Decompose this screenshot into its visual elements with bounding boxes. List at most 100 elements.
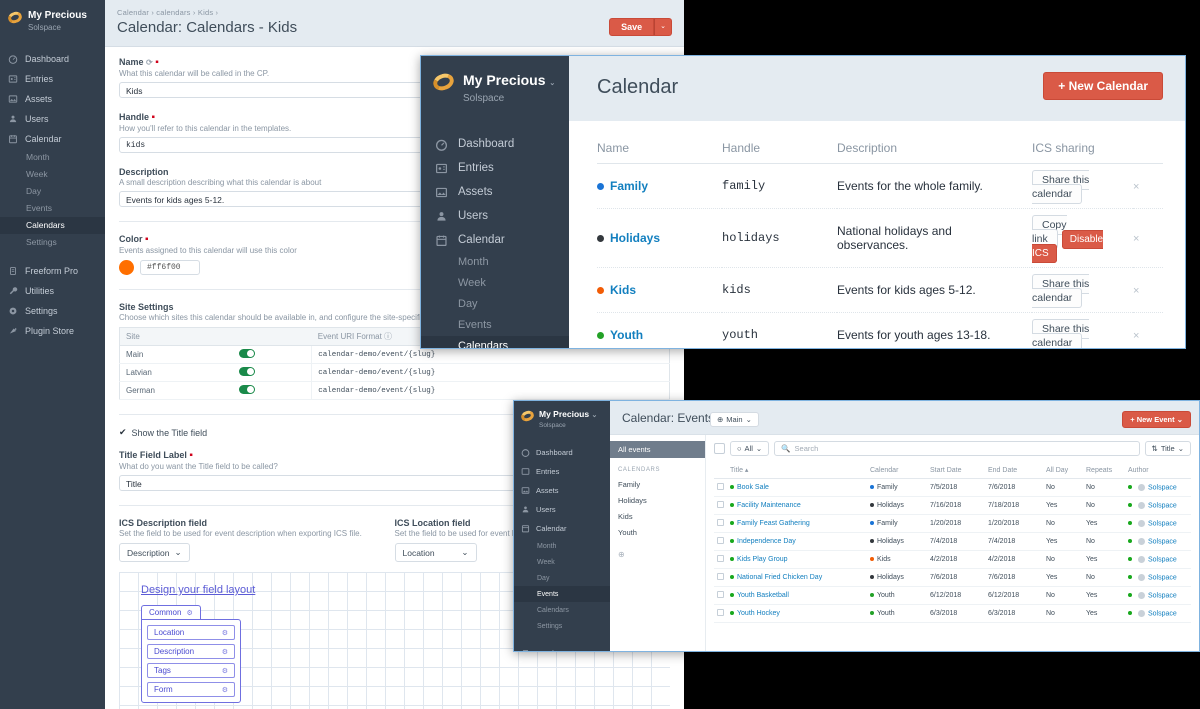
event-title-link[interactable]: Youth Basketball [737,592,789,599]
col-ics-sharing[interactable]: ICS sharing [1032,131,1133,164]
sort-select[interactable]: ⇅ Title ⌄ [1144,441,1191,456]
sidebar-item-assets[interactable]: Assets [0,89,105,109]
gear-icon[interactable]: ⚙ [222,667,228,675]
brand-block[interactable]: My Precious ⌄ Solspace [514,401,610,433]
col-handle[interactable]: Handle [722,131,837,164]
sidebar-item-month[interactable]: Month [421,252,569,273]
sidebar-item-dashboard[interactable]: Dashboard [0,49,105,69]
search-input[interactable]: 🔍 Search [774,441,1140,456]
sidebar-item-month[interactable]: Month [0,149,105,166]
col-author[interactable]: Author [1125,462,1191,479]
sidebar-item-month[interactable]: Month [514,538,610,554]
site-toggle[interactable] [239,349,256,358]
gear-icon[interactable]: ⚙ [222,648,228,656]
layout-field[interactable]: Form ⚙ [147,682,235,697]
remove-icon[interactable]: × [1133,285,1139,297]
row-checkbox[interactable] [717,555,724,562]
row-checkbox[interactable] [717,519,724,526]
sidebar-item-day[interactable]: Day [0,183,105,200]
color-swatch[interactable] [119,260,134,275]
col-start-date[interactable]: Start Date [927,462,985,479]
brand-block[interactable]: My Precious Solspace [0,0,105,37]
sidebar-item-freeform-pro[interactable]: Freeform Pro [514,644,610,651]
col-all-day[interactable]: All Day [1043,462,1083,479]
remove-icon[interactable]: × [1133,330,1139,342]
remove-icon[interactable]: × [1133,181,1139,193]
col-calendar[interactable]: Calendar [867,462,927,479]
sidebar-item-settings-global[interactable]: Settings [0,301,105,321]
status-filter-select[interactable]: ○ All ⌄ [730,441,770,456]
share-calendar-button[interactable]: Share this calendar [1032,319,1090,348]
calendar-name-link[interactable]: Kids [610,283,636,297]
sidebar-item-week[interactable]: Week [0,166,105,183]
row-checkbox[interactable] [717,501,724,508]
calendar-name-link[interactable]: Youth [610,328,643,342]
gear-icon[interactable]: ⚙ [222,686,228,694]
checkbox-checked-icon[interactable]: ✔ [119,427,127,438]
remove-icon[interactable]: × [1133,233,1139,245]
new-event-button[interactable]: + New Event ⌄ [1122,411,1191,428]
event-author-link[interactable]: Solspace [1148,520,1177,527]
filter-calendar-family[interactable]: Family [610,476,705,492]
event-author-link[interactable]: Solspace [1148,574,1177,581]
calendar-name-link[interactable]: Family [610,179,648,193]
breadcrumb[interactable]: Calendar › calendars › Kids › [117,8,672,17]
share-calendar-button[interactable]: Share this calendar [1032,274,1090,308]
site-uri[interactable]: calendar-demo/event/{slug} [311,363,670,382]
sidebar-item-dashboard[interactable]: Dashboard [514,443,610,462]
layout-field[interactable]: Location ⚙ [147,625,235,640]
sidebar-item-users[interactable]: Users [514,500,610,519]
row-checkbox[interactable] [717,483,724,490]
sidebar-item-plugin-store[interactable]: Plugin Store [0,321,105,341]
row-checkbox[interactable] [717,591,724,598]
sidebar-item-assets[interactable]: Assets [514,481,610,500]
sidebar-item-events[interactable]: Events [421,315,569,336]
sidebar-item-events[interactable]: Events [514,586,610,602]
sidebar-item-assets[interactable]: Assets [421,180,569,204]
filter-calendar-holidays[interactable]: Holidays [610,492,705,508]
event-title-link[interactable]: Facility Maintenance [737,502,801,509]
gear-icon[interactable]: ⚙ [222,629,228,637]
filter-all-events[interactable]: All events [610,441,705,458]
save-button[interactable]: Save [609,18,655,36]
col-end-date[interactable]: End Date [985,462,1043,479]
sidebar-item-dashboard[interactable]: Dashboard [421,132,569,156]
sidebar-item-utilities[interactable]: Utilities [0,281,105,301]
chevron-down-icon[interactable]: ⌄ [591,412,597,419]
calendar-name-link[interactable]: Holidays [610,231,660,245]
row-checkbox[interactable] [717,609,724,616]
save-dropdown-caret-icon[interactable]: ⌄ [654,18,672,36]
chevron-down-icon[interactable]: ⌄ [549,80,555,87]
site-toggle[interactable] [239,385,256,394]
layout-field[interactable]: Description ⚙ [147,644,235,659]
sidebar-item-week[interactable]: Week [514,554,610,570]
sidebar-item-calendar[interactable]: Calendar [0,129,105,149]
event-title-link[interactable]: Youth Hockey [737,610,780,617]
color-hex-input[interactable]: #ff6f00 [140,260,200,275]
event-author-link[interactable]: Solspace [1148,484,1177,491]
sidebar-item-freeform-pro[interactable]: Freeform Pro [0,261,105,281]
select-all-checkbox[interactable] [714,443,725,454]
event-title-link[interactable]: Book Sale [737,484,769,491]
event-title-link[interactable]: Family Feast Gathering [737,520,810,527]
sidebar-item-calendars[interactable]: Calendars [421,336,569,348]
col-repeats[interactable]: Repeats [1083,462,1125,479]
event-author-link[interactable]: Solspace [1148,538,1177,545]
layout-field[interactable]: Tags ⚙ [147,663,235,678]
site-selector[interactable]: ⊕ Main ⌄ [710,412,759,427]
sidebar-item-users[interactable]: Users [0,109,105,129]
event-title-link[interactable]: Kids Play Group [737,556,788,563]
sidebar-item-entries[interactable]: Entries [514,462,610,481]
filter-calendar-kids[interactable]: Kids [610,508,705,524]
event-author-link[interactable]: Solspace [1148,610,1177,617]
ics-location-select[interactable]: Location ⌄ [394,543,477,562]
sidebar-item-week[interactable]: Week [421,273,569,294]
layout-tab-common[interactable]: Common ⚙ [141,605,201,619]
sidebar-item-calendar[interactable]: Calendar [514,519,610,538]
sidebar-item-settings[interactable]: Settings [514,618,610,634]
brand-block[interactable]: My Precious ⌄ Solspace [421,56,569,112]
sidebar-item-calendar[interactable]: Calendar [421,228,569,252]
event-title-link[interactable]: Independence Day [737,538,796,545]
sidebar-item-day[interactable]: Day [514,570,610,586]
sidebar-item-calendars[interactable]: Calendars [0,217,105,234]
